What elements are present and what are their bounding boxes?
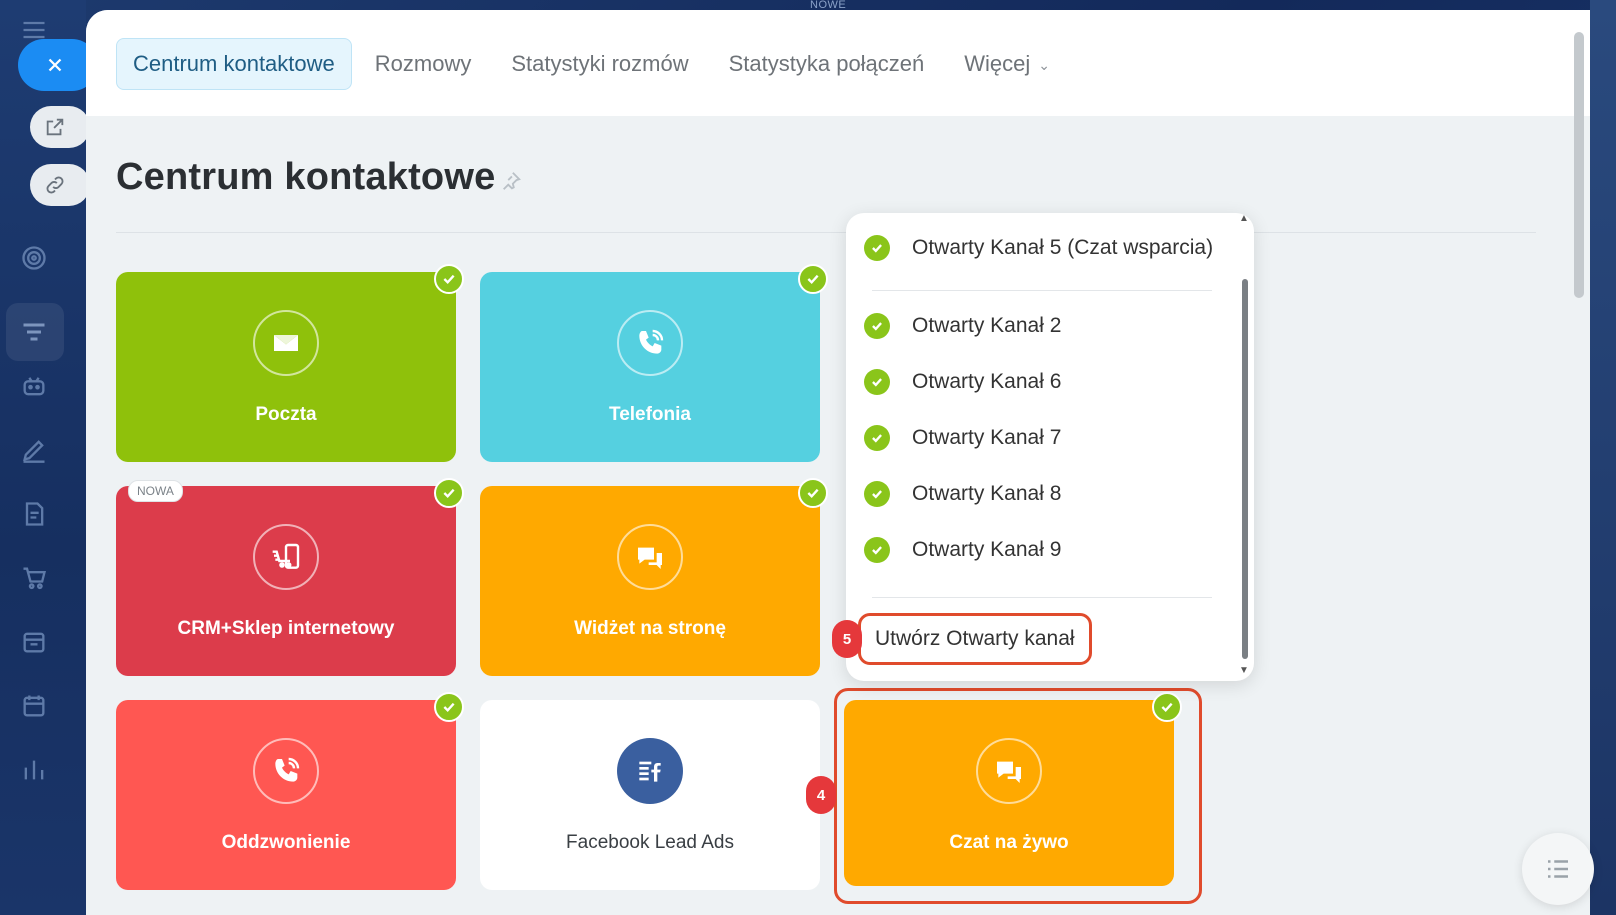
channel-label: Otwarty Kanał 6 — [912, 370, 1062, 393]
channel-item[interactable]: Otwarty Kanał 7 — [864, 425, 1061, 451]
tab-call-stats[interactable]: Statystyka połączeń — [712, 38, 942, 90]
floating-menu-button[interactable] — [1522, 833, 1594, 905]
phone-icon — [617, 310, 683, 376]
right-edge — [1590, 0, 1616, 915]
channel-label: Otwarty Kanał 9 — [912, 538, 1062, 561]
create-open-channel-button[interactable]: Utwórz Otwarty kanał — [858, 613, 1092, 665]
phone-icon — [253, 738, 319, 804]
tile-callback[interactable]: Oddzwonienie — [116, 692, 464, 890]
open-in-new-window-button[interactable] — [30, 106, 90, 148]
calendar-icon[interactable] — [18, 690, 50, 722]
page-title: Centrum kontaktowe — [116, 156, 496, 198]
tile-mail[interactable]: Poczta — [116, 264, 464, 462]
new-badge: NOWA — [128, 480, 183, 502]
step-4-badge: 4 — [806, 776, 836, 814]
tile-label: Oddzwonienie — [221, 832, 351, 853]
top-navigation-bar: Centrum kontaktowe Rozmowy Statystyki ro… — [86, 10, 1590, 116]
external-link-icon — [46, 118, 64, 136]
document-edit-icon[interactable] — [18, 498, 50, 530]
chat-icon — [617, 524, 683, 590]
tile-label: Facebook Lead Ads — [566, 832, 734, 853]
chevron-down-icon: ⌄ — [1038, 56, 1051, 73]
channel-label: Otwarty Kanał 7 — [912, 426, 1062, 449]
tile-label: CRM+Sklep internetowy — [177, 618, 395, 639]
tab-conversation-stats[interactable]: Statystyki rozmów — [494, 38, 705, 90]
separator — [872, 290, 1212, 291]
check-icon — [864, 369, 890, 395]
tile-telephony[interactable]: Telefonia — [480, 264, 828, 462]
dropdown-scrollbar[interactable]: ▲ ▼ — [1239, 213, 1249, 676]
check-icon — [864, 537, 890, 563]
robot-icon[interactable] — [18, 370, 50, 402]
mail-icon — [253, 310, 319, 376]
tile-label: Poczta — [255, 404, 317, 425]
scroll-down-arrow-icon[interactable]: ▼ — [1239, 665, 1249, 676]
target-icon[interactable] — [18, 242, 50, 274]
channel-item[interactable]: Otwarty Kanał 2 — [864, 313, 1061, 339]
tile-label: Telefonia — [609, 404, 691, 425]
pen-icon[interactable] — [18, 434, 50, 466]
step-5-badge: 5 — [832, 620, 862, 658]
pin-icon[interactable] — [500, 170, 522, 197]
connected-check-icon — [434, 692, 464, 722]
tile-crm-shop[interactable]: NOWA CRM+Sklep internetowy — [116, 478, 464, 676]
channel-label: Otwarty Kanał 2 — [912, 314, 1062, 337]
tab-conversations[interactable]: Rozmowy — [358, 38, 489, 90]
connected-check-icon — [798, 264, 828, 294]
divider — [116, 232, 1536, 233]
connected-check-icon — [434, 264, 464, 294]
tile-label: Widżet na stronę — [574, 618, 726, 639]
tab-contact-center[interactable]: Centrum kontaktowe — [116, 38, 352, 90]
building-icon[interactable] — [18, 626, 50, 658]
connected-check-icon — [798, 478, 828, 508]
analytics-icon[interactable] — [18, 754, 50, 786]
page-scrollbar[interactable] — [1574, 32, 1584, 298]
copy-link-button[interactable] — [30, 164, 90, 206]
scroll-up-arrow-icon[interactable]: ▲ — [1239, 213, 1249, 224]
funnel-icon[interactable] — [18, 316, 50, 348]
check-icon — [864, 481, 890, 507]
tile-site-widget[interactable]: Widżet na stronę — [480, 478, 828, 676]
channel-item[interactable]: Otwarty Kanał 6 — [864, 369, 1061, 395]
open-channels-dropdown: Otwarty Kanał 5 (Czat wsparcia) Otwarty … — [846, 213, 1254, 681]
channel-item[interactable]: Otwarty Kanał 5 (Czat wsparcia) — [864, 235, 1213, 261]
check-icon — [864, 313, 890, 339]
live-chat-highlight-frame — [834, 688, 1202, 904]
channel-label: Otwarty Kanał 8 — [912, 482, 1062, 505]
facebook-leads-icon — [617, 738, 683, 804]
link-icon — [46, 176, 64, 194]
channel-item[interactable]: Otwarty Kanał 8 — [864, 481, 1061, 507]
scrollbar-thumb[interactable] — [1242, 279, 1248, 659]
check-icon — [864, 235, 890, 261]
connected-check-icon — [434, 478, 464, 508]
cart-icon — [253, 524, 319, 590]
tab-more[interactable]: Więcej ⌄ — [947, 38, 1067, 90]
cart-icon[interactable] — [18, 562, 50, 594]
tab-more-label: Więcej — [964, 51, 1031, 76]
list-icon — [1548, 860, 1568, 878]
tile-facebook-lead-ads[interactable]: Facebook Lead Ads — [480, 700, 820, 890]
check-icon — [864, 425, 890, 451]
channel-item[interactable]: Otwarty Kanał 9 — [864, 537, 1061, 563]
separator — [872, 597, 1212, 598]
tabs: Centrum kontaktowe Rozmowy Statystyki ro… — [116, 38, 1073, 90]
channel-label: Otwarty Kanał 5 (Czat wsparcia) — [912, 236, 1214, 259]
